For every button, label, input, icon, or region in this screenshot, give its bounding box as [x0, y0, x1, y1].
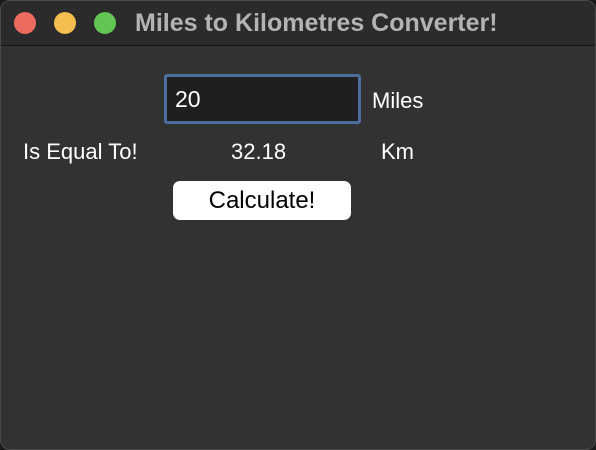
- km-unit-label: Km: [381, 139, 414, 164]
- app-window: Miles to Kilometres Converter! Miles Is …: [0, 0, 596, 450]
- window-title: Miles to Kilometres Converter!: [135, 9, 498, 37]
- title-bar[interactable]: Miles to Kilometres Converter!: [1, 1, 595, 46]
- minimize-window-button[interactable]: [54, 12, 76, 34]
- close-window-button[interactable]: [14, 12, 36, 34]
- is-equal-to-label: Is Equal To!: [23, 139, 138, 164]
- kilometres-result: 32.18: [231, 139, 287, 164]
- calculate-button[interactable]: Calculate!: [173, 181, 351, 220]
- miles-input[interactable]: [164, 74, 361, 124]
- maximize-window-button[interactable]: [94, 12, 116, 34]
- miles-unit-label: Miles: [372, 88, 424, 113]
